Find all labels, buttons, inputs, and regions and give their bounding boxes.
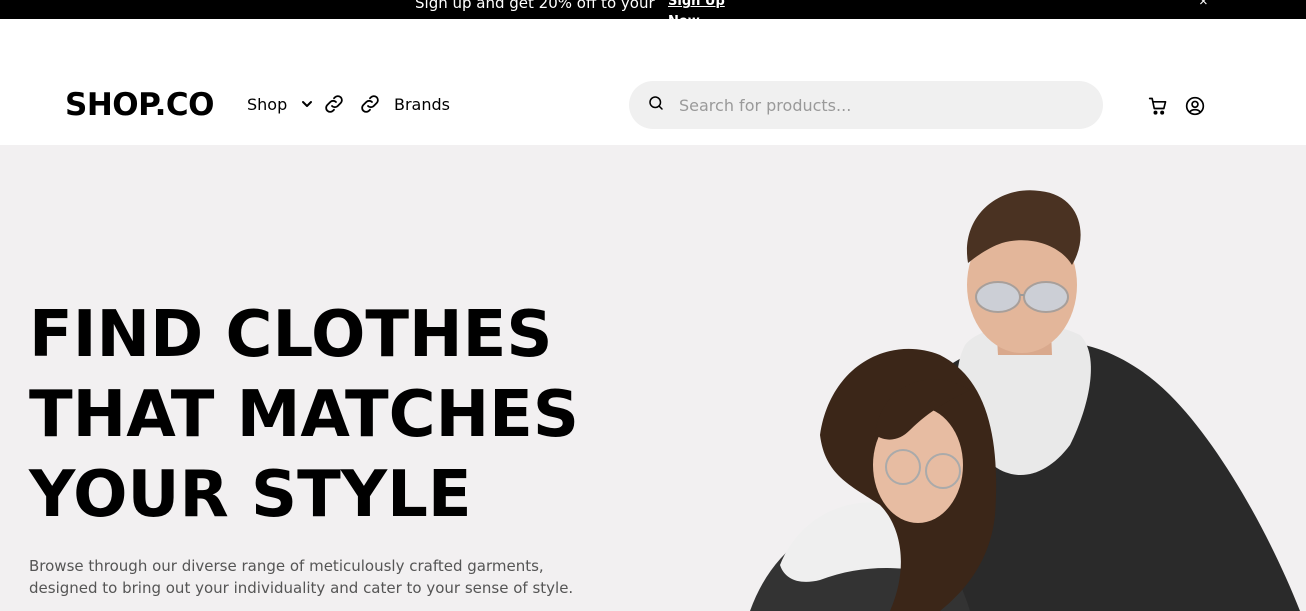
promo-bar: Sign up and get 20% off to your Sign Up … xyxy=(0,0,1306,19)
chevron-down-icon xyxy=(301,95,313,114)
sign-up-link[interactable]: Sign Up Now xyxy=(668,0,726,19)
nav-shop-dropdown[interactable]: Shop xyxy=(247,95,313,114)
headline-line: FIND CLOTHES xyxy=(29,298,553,372)
search-input[interactable] xyxy=(679,95,1079,115)
link-icon[interactable] xyxy=(322,92,346,116)
search-bar[interactable] xyxy=(629,81,1103,129)
hero-headline: FIND CLOTHES THAT MATCHES YOUR STYLE xyxy=(29,295,579,535)
close-icon[interactable]: × xyxy=(1199,0,1208,10)
search-icon xyxy=(647,94,679,117)
hero-couple-image xyxy=(750,190,1300,611)
user-circle-icon[interactable] xyxy=(1185,96,1205,116)
hero-section: FIND CLOTHES THAT MATCHES YOUR STYLE Bro… xyxy=(0,145,1306,611)
nav-brands-link[interactable]: Brands xyxy=(394,95,450,114)
headline-line: THAT MATCHES xyxy=(29,378,579,452)
link-icon[interactable] xyxy=(358,92,382,116)
site-header: SHOP.CO Shop Brands xyxy=(0,19,1306,145)
cart-icon[interactable] xyxy=(1148,96,1168,116)
logo[interactable]: SHOP.CO xyxy=(65,87,215,123)
hero-subtext: Browse through our diverse range of meti… xyxy=(29,557,574,597)
nav-shop-label: Shop xyxy=(247,95,288,114)
promo-message: Sign up and get 20% off to your xyxy=(415,0,655,12)
headline-line: YOUR STYLE xyxy=(29,458,472,532)
